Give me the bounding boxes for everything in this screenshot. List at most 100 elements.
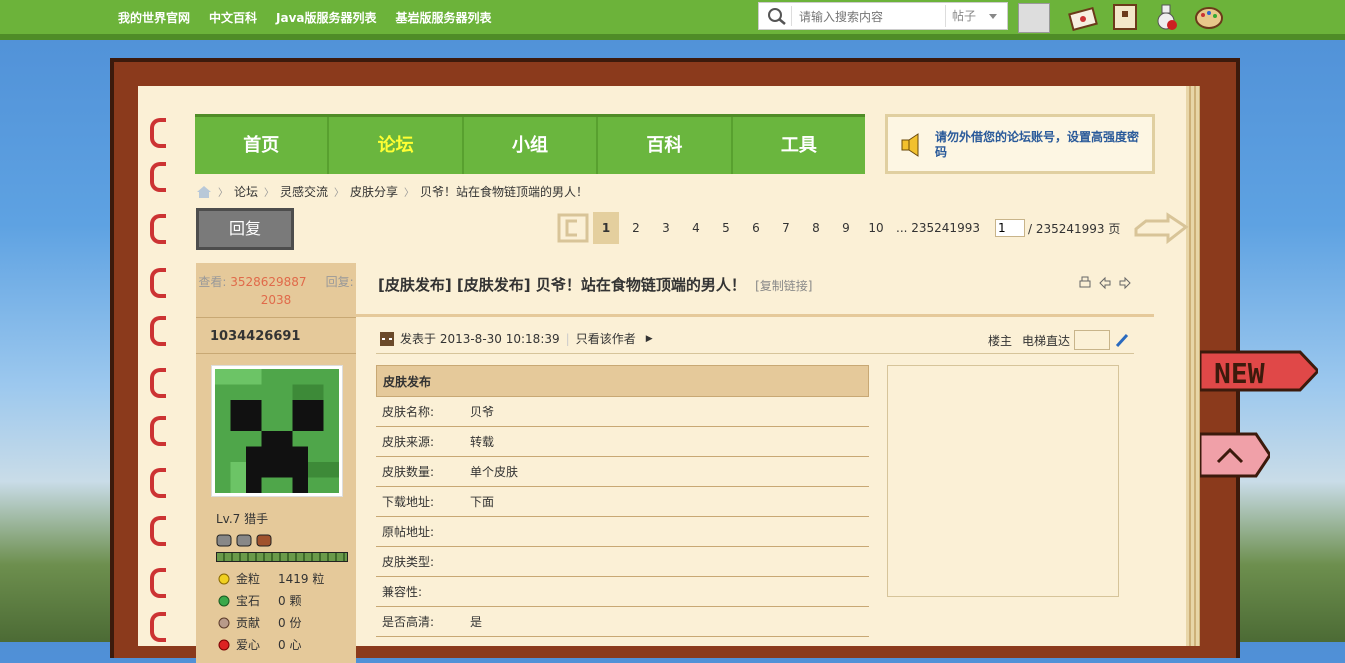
page-10[interactable]: 10 — [863, 212, 889, 244]
page-3[interactable]: 3 — [653, 212, 679, 244]
nav-tools[interactable]: 工具 — [733, 117, 865, 174]
page-8[interactable]: 8 — [803, 212, 829, 244]
views-label: 查看: — [198, 275, 227, 289]
page-2[interactable]: 2 — [623, 212, 649, 244]
mail-icon[interactable] — [1068, 3, 1098, 32]
page-6[interactable]: 6 — [743, 212, 769, 244]
table-row: 皮肤数量: 单个皮肤 — [376, 457, 869, 487]
top-link-wiki[interactable]: 中文百科 — [209, 9, 257, 26]
gem-icon — [218, 595, 230, 607]
floor-jump-input[interactable] — [1074, 330, 1111, 350]
row-key: 兼容性: — [382, 585, 423, 599]
top-link-official[interactable]: 我的世界官网 — [118, 9, 190, 26]
nav-forum[interactable]: 论坛 — [329, 117, 464, 174]
medal-icon — [216, 534, 232, 547]
notification-block-icon[interactable] — [1110, 3, 1140, 31]
home-icon[interactable] — [196, 185, 212, 199]
row-key: 皮肤类型: — [382, 555, 435, 569]
page-9[interactable]: 9 — [833, 212, 859, 244]
contribution-icon — [218, 617, 230, 629]
page-edge — [1186, 86, 1200, 646]
replies-label: 回复: — [325, 275, 354, 289]
page-1[interactable]: 1 — [593, 212, 619, 244]
author-name[interactable]: 1034426691 — [210, 329, 300, 344]
top-link-java-servers[interactable]: Java版服务器列表 — [276, 9, 376, 26]
floor-label: 楼主 — [988, 333, 1013, 348]
exp-bar — [216, 552, 348, 562]
row-key: 原帖地址: — [382, 525, 435, 539]
next-thread-icon[interactable] — [1118, 276, 1132, 290]
post-title: [皮肤发布] [皮肤发布] 贝爷！站在食物链顶端的男人！ [复制链接] — [378, 274, 812, 295]
next-page-arrow-icon[interactable] — [1132, 211, 1190, 245]
binding-ring — [150, 118, 166, 148]
page-5[interactable]: 5 — [713, 212, 739, 244]
post-meta: 发表于 2013-8-30 10:18:39 | 只看该作者 ▶ — [380, 330, 653, 347]
chevron-right-icon: 〉 — [334, 188, 345, 199]
prev-page-icon[interactable] — [555, 211, 591, 245]
breadcrumb-thread[interactable]: 贝爷！站在食物链顶端的男人！ — [420, 183, 588, 200]
search-input[interactable] — [797, 7, 941, 27]
nav-home[interactable]: 首页 — [195, 117, 330, 174]
page-last[interactable]: ... 235241993 — [893, 212, 983, 244]
table-row: 是否高清: 是 — [376, 607, 869, 637]
top-bar: 我的世界官网 中文百科 Java版服务器列表 基岩版服务器列表 帖子 — [0, 0, 1345, 40]
nav-wiki[interactable]: 百科 — [598, 117, 733, 174]
heart-icon — [218, 639, 230, 651]
svg-text:NEW: NEW — [1214, 357, 1265, 390]
user-avatar-icon[interactable] — [1018, 3, 1050, 33]
thread-stats: 查看: 3528629887 回复: 2038 — [196, 263, 356, 317]
binding-ring — [150, 316, 166, 346]
divider — [356, 314, 1154, 317]
binding-ring — [150, 468, 166, 498]
credit-value: 0 份 — [278, 616, 302, 630]
play-icon[interactable]: ▶ — [646, 334, 653, 344]
notice-box: 请勿外借您的论坛账号，设置高强度密码 — [885, 114, 1155, 174]
replies-count: 2038 — [260, 293, 292, 307]
go-icon[interactable] — [1114, 332, 1130, 348]
copy-link-button[interactable]: [复制链接] — [755, 279, 812, 293]
pagination: 1 2 3 4 5 6 7 8 9 10 ... 235241993 / 235… — [555, 211, 1190, 245]
breadcrumb-skins[interactable]: 皮肤分享 — [350, 183, 398, 200]
search-type-select[interactable]: 帖子 — [945, 5, 1003, 27]
page-4[interactable]: 4 — [683, 212, 709, 244]
chevron-down-icon — [989, 14, 997, 19]
prev-thread-icon[interactable] — [1098, 276, 1112, 290]
credit-value: 0 心 — [278, 638, 302, 652]
breadcrumb-forum[interactable]: 论坛 — [234, 183, 258, 200]
nav-groups[interactable]: 小组 — [464, 117, 599, 174]
potion-icon[interactable] — [1152, 3, 1182, 31]
post-title-text: [皮肤发布] [皮肤发布] 贝爷！站在食物链顶端的男人！ — [378, 276, 746, 294]
row-value: 下面 — [470, 495, 495, 509]
views-count: 3528629887 — [230, 275, 307, 289]
binding-ring — [150, 612, 166, 642]
divider — [196, 317, 356, 318]
page-7[interactable]: 7 — [773, 212, 799, 244]
row-key: 皮肤来源: — [382, 435, 435, 449]
separator: | — [565, 331, 570, 346]
ad-box — [887, 365, 1119, 597]
row-value: 是 — [470, 615, 483, 629]
palette-icon[interactable] — [1194, 3, 1224, 31]
skin-info-table: 皮肤发布 皮肤名称: 贝爷 皮肤来源: 转载 皮肤数量: 单个皮肤 下载地址: 下面 原… — [376, 365, 869, 637]
page-jump-input[interactable] — [994, 219, 1025, 237]
breadcrumb-inspiration[interactable]: 灵感交流 — [280, 183, 328, 200]
row-value: 转载 — [470, 435, 495, 449]
print-icon[interactable] — [1078, 276, 1092, 290]
author-only-link[interactable]: 只看该作者 — [576, 330, 636, 347]
row-value: 单个皮肤 — [470, 465, 519, 479]
table-row: 兼容性: — [376, 577, 869, 607]
reply-button[interactable]: 回复 — [196, 208, 294, 250]
top-nav: 我的世界官网 中文百科 Java版服务器列表 基岩版服务器列表 — [118, 9, 492, 26]
chevron-right-icon: 〉 — [404, 188, 415, 199]
new-ribbon-icon[interactable]: NEW — [1198, 348, 1321, 394]
scroll-top-ribbon-icon[interactable] — [1198, 430, 1272, 480]
chevron-right-icon: 〉 — [264, 188, 275, 199]
avatar[interactable] — [211, 365, 343, 497]
table-row: 原帖地址: — [376, 517, 869, 547]
top-link-bedrock-servers[interactable]: 基岩版服务器列表 — [396, 9, 492, 26]
jump-label: 电梯直达 — [1022, 333, 1071, 348]
gold-icon — [218, 573, 230, 585]
search-icon[interactable] — [763, 6, 792, 26]
table-row: 下载地址: 下面 — [376, 487, 869, 517]
breadcrumb: 〉 论坛 〉 灵感交流 〉 皮肤分享 〉 贝爷！站在食物链顶端的男人！ — [196, 183, 588, 200]
